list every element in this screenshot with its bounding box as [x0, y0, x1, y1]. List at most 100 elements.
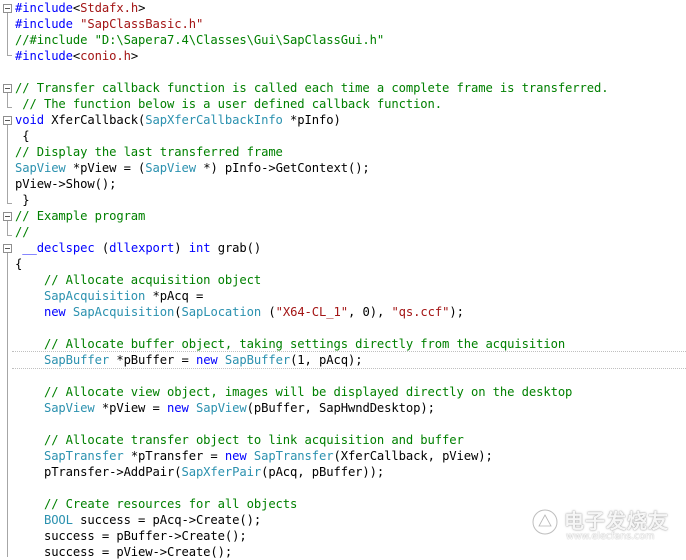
code-line[interactable]: #include<Stdafx.h>: [15, 0, 145, 16]
code-token: XferCallback(: [43, 113, 146, 127]
code-line[interactable]: success = pView->Create();: [15, 544, 232, 560]
code-token: // Display the last transferred frame: [15, 145, 283, 159]
code-token: // Example program: [15, 209, 146, 223]
code-token: dllexport: [109, 241, 175, 255]
code-line[interactable]: // Allocate acquisition object: [15, 272, 261, 288]
fold-collapse-icon[interactable]: [3, 244, 12, 253]
code-line[interactable]: // Allocate buffer object, taking settin…: [15, 336, 565, 352]
elecfans-logo-icon: [531, 508, 559, 536]
code-token: pTransfer->AddPair(: [15, 465, 182, 479]
code-token: *pView =: [94, 401, 168, 415]
code-token: SapXferCallbackInfo: [145, 113, 283, 127]
fold-guide-end: [7, 203, 12, 204]
fold-guide-end: [7, 107, 12, 108]
code-token: //: [15, 225, 30, 239]
code-token: *pView = (: [65, 161, 146, 175]
code-token: int: [188, 241, 211, 255]
code-line[interactable]: pView->Show();: [15, 176, 116, 192]
code-line[interactable]: // Example program: [15, 208, 145, 224]
code-token: #include: [15, 1, 73, 15]
code-token: grab(): [210, 241, 262, 255]
fold-collapse-icon[interactable]: [3, 212, 12, 221]
code-line[interactable]: SapAcquisition *pAcq =: [15, 288, 203, 304]
code-line[interactable]: SapView *pView = new SapView(pBuffer, Sa…: [15, 400, 435, 416]
code-token: __declspec: [22, 241, 95, 255]
code-token: (XferCallback, pView);: [333, 449, 493, 463]
fold-guide: [7, 221, 8, 235]
code-line[interactable]: // Create resources for all objects: [15, 496, 297, 512]
code-token: "X64-CL_1": [275, 305, 348, 319]
code-token: SapAcquisition: [72, 305, 175, 319]
code-line[interactable]: //#include "D:\Sapera7.4\Classes\Gui\Sap…: [15, 32, 384, 48]
fold-guide: [7, 125, 8, 203]
code-token: SapView: [145, 161, 196, 175]
code-line[interactable]: {: [15, 128, 29, 144]
code-line[interactable]: pTransfer->AddPair(SapXferPair(pAcq, pBu…: [15, 464, 384, 480]
code-line[interactable]: #include<conio.h>: [15, 48, 138, 64]
code-line[interactable]: #include "SapClassBasic.h": [15, 16, 203, 32]
code-token: SapView: [15, 161, 66, 175]
code-token: BOOL: [43, 513, 73, 527]
code-token: // Allocate view object, images will be …: [43, 385, 573, 399]
code-token: pInfo->GetContext();: [224, 161, 370, 175]
code-token: Stdafx.h: [80, 1, 139, 15]
code-token: (: [94, 241, 110, 255]
code-token: // The function below is a user defined …: [15, 97, 443, 111]
code-token: // Create resources for all objects: [43, 497, 298, 511]
fold-collapse-icon[interactable]: [3, 116, 12, 125]
code-token: );: [449, 305, 464, 319]
fold-collapse-icon[interactable]: [3, 4, 12, 13]
fold-guide: [7, 13, 8, 55]
code-line[interactable]: SapBuffer *pBuffer = new SapBuffer(1, pA…: [15, 352, 363, 368]
code-token: pInfo): [297, 113, 341, 127]
code-line[interactable]: void XferCallback(SapXferCallbackInfo *p…: [15, 112, 341, 128]
fold-guide-end: [7, 235, 12, 236]
code-line[interactable]: __declspec (dllexport) int grab(): [15, 240, 261, 256]
code-token: *pTransfer =: [123, 449, 225, 463]
code-token: {: [15, 257, 23, 271]
code-token: SapView: [195, 401, 247, 415]
code-line[interactable]: SapTransfer *pTransfer = new SapTransfer…: [15, 448, 493, 464]
code-line[interactable]: // The function below is a user defined …: [15, 96, 442, 112]
code-token: }: [15, 193, 30, 207]
code-editor[interactable]: #include<Stdafx.h> #include "SapClassBasi…: [0, 0, 686, 560]
watermark: 电子发烧友 www.elecfans.com: [530, 503, 680, 547]
code-line[interactable]: SapView *pView = (SapView *) pInfo->GetC…: [15, 160, 370, 176]
code-line[interactable]: new SapAcquisition(SapLocation ("X64-CL_…: [15, 304, 464, 320]
code-line[interactable]: }: [15, 192, 29, 208]
code-line[interactable]: // Allocate view object, images will be …: [15, 384, 572, 400]
code-token: (pBuffer, SapHwndDesktop);: [246, 401, 435, 415]
code-line[interactable]: BOOL success = pAcq->Create();: [15, 512, 261, 528]
code-token: *: [282, 113, 298, 127]
code-token: (pAcq, pBuffer));: [261, 465, 385, 479]
code-token: //#include "D:\Sapera7.4\Classes\Gui\Sap…: [15, 33, 385, 47]
code-token: SapView: [43, 401, 95, 415]
code-token: SapLocation: [181, 305, 262, 319]
code-token: (: [174, 305, 182, 319]
code-token: // Allocate acquisition object: [43, 273, 262, 287]
code-line[interactable]: success = pBuffer->Create();: [15, 528, 247, 544]
fold-guide: [7, 93, 8, 107]
code-token: new: [43, 305, 66, 319]
fold-guide: [7, 253, 8, 557]
code-line[interactable]: // Display the last transferred frame: [15, 144, 283, 160]
fold-collapse-icon[interactable]: [3, 84, 12, 93]
code-token: SapBuffer: [224, 353, 291, 367]
code-token: "SapClassBasic.h": [80, 17, 204, 31]
code-line[interactable]: {: [15, 256, 22, 272]
code-token: SapBuffer: [43, 353, 110, 367]
code-token: SapTransfer: [43, 449, 124, 463]
code-token: (: [261, 305, 276, 319]
code-line[interactable]: // Allocate transfer object to link acqu…: [15, 432, 464, 448]
code-token: *pAcq =: [145, 289, 204, 303]
code-line[interactable]: // Transfer callback function is called …: [15, 80, 609, 96]
code-line[interactable]: //: [15, 224, 30, 240]
